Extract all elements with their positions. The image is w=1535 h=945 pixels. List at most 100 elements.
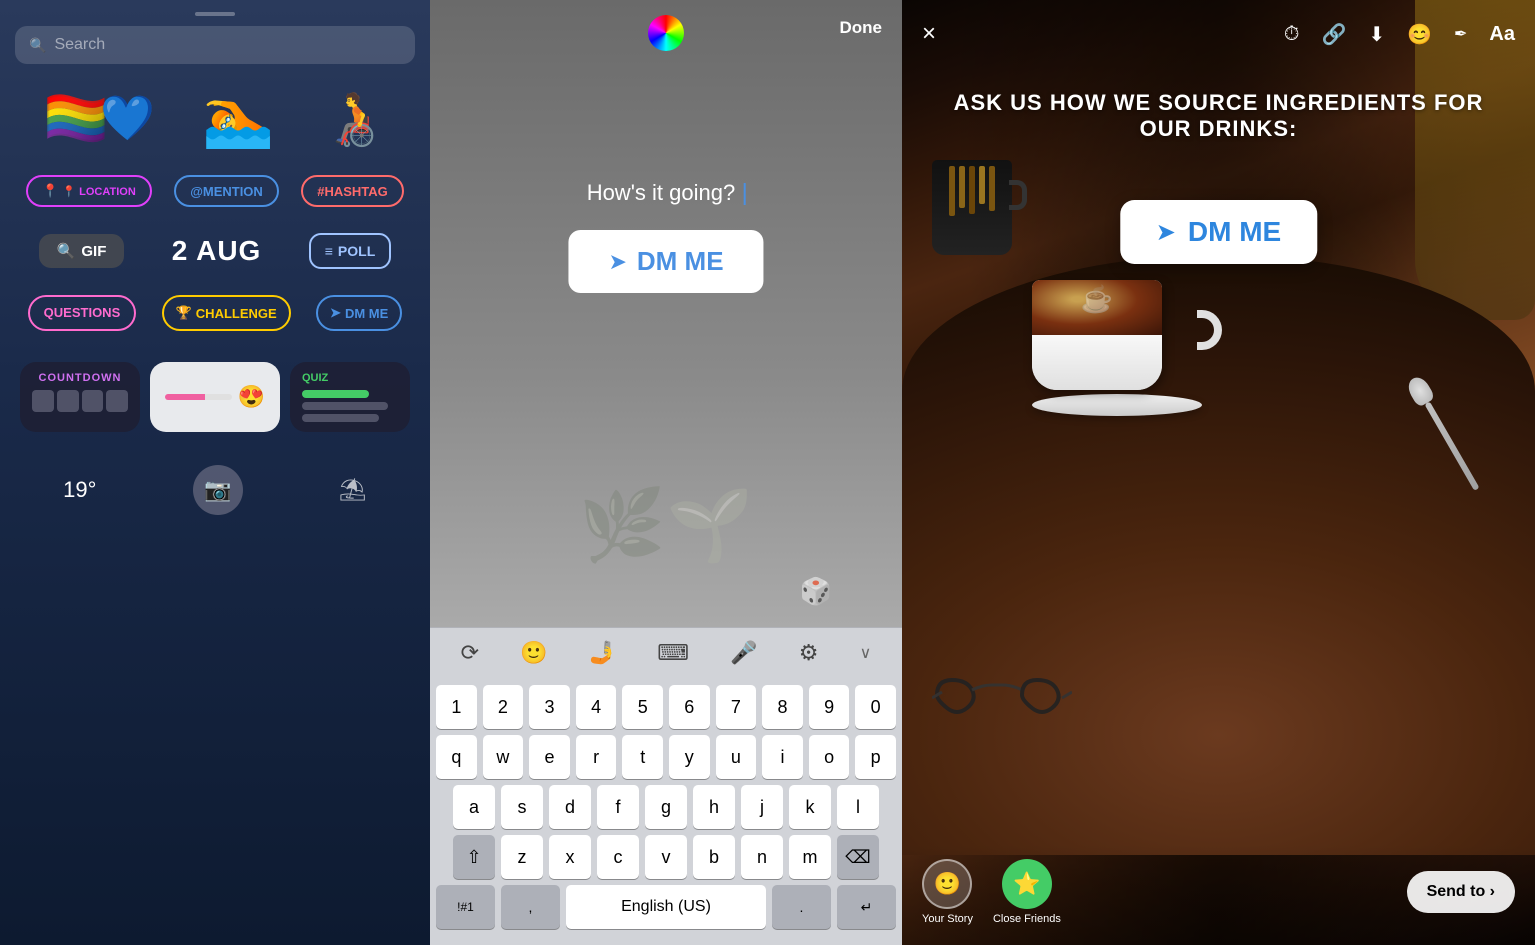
key-9[interactable]: 9 (809, 685, 850, 729)
key-u[interactable]: u (716, 735, 757, 779)
key-f[interactable]: f (597, 785, 639, 829)
key-v[interactable]: v (645, 835, 687, 879)
key-0[interactable]: 0 (855, 685, 896, 729)
space-key[interactable]: English (US) (566, 885, 766, 929)
camera-icon[interactable]: 📷 (193, 465, 243, 515)
your-story-label: Your Story (922, 913, 973, 925)
dm-arrow-icon: ➤ (608, 249, 626, 275)
sticker-search-bar[interactable]: 🔍 (15, 26, 415, 64)
date-sticker[interactable]: 2 AUG (172, 235, 262, 267)
key-2[interactable]: 2 (483, 685, 524, 729)
key-8[interactable]: 8 (762, 685, 803, 729)
your-story-option[interactable]: 🙂 Your Story (922, 859, 973, 925)
done-button[interactable]: Done (840, 18, 883, 38)
period-key[interactable]: . (772, 885, 831, 929)
shift-key[interactable]: ⇧ (453, 835, 495, 879)
link-icon[interactable]: 🔗 (1321, 22, 1346, 47)
story-header: × ⏱ 🔗 ⬇ 😊 ✒ Aa (902, 0, 1535, 63)
sticker-icon[interactable]: 🤳 (589, 640, 616, 666)
timer-icon[interactable]: ⏱ (1284, 23, 1300, 46)
hashtag-label: #HASHTAG (317, 184, 388, 199)
key-a[interactable]: a (453, 785, 495, 829)
key-3[interactable]: 3 (529, 685, 570, 729)
text-cursor (743, 183, 745, 205)
key-6[interactable]: 6 (669, 685, 710, 729)
color-wheel-icon[interactable] (648, 15, 684, 51)
countdown-blocks (32, 390, 128, 412)
poll-btn[interactable]: ≡ POLL (309, 233, 392, 269)
draw-icon[interactable]: ✒ (1454, 24, 1467, 44)
key-b[interactable]: b (693, 835, 735, 879)
key-g[interactable]: g (645, 785, 687, 829)
plant-decoration: 🌿🌱 (579, 485, 753, 567)
key-y[interactable]: y (669, 735, 710, 779)
close-icon[interactable]: × (922, 20, 936, 48)
drag-handle[interactable] (195, 12, 235, 16)
quiz-lines (302, 390, 398, 422)
story-text-overlay[interactable]: How's it going? (587, 180, 746, 206)
sticker-wheelchair[interactable]: 🧑‍🦽 (322, 88, 387, 149)
voice-icon[interactable]: 🎤 (730, 640, 757, 666)
close-friends-icon: ⭐ (1002, 859, 1052, 909)
numbers-switch-key[interactable]: !#1 (436, 885, 495, 929)
trophy-icon: 🏆 (176, 305, 192, 321)
return-key[interactable]: ↵ (837, 885, 896, 929)
key-c[interactable]: c (597, 835, 639, 879)
location-tag-btn[interactable]: 📍 📍 LOCATION (26, 175, 152, 207)
key-k[interactable]: k (789, 785, 831, 829)
key-m[interactable]: m (789, 835, 831, 879)
dm-me-button[interactable]: ➤ DM ME (1120, 200, 1317, 264)
key-e[interactable]: e (529, 735, 570, 779)
emoji-recent-icon[interactable]: ⟳ (461, 640, 479, 666)
key-o[interactable]: o (809, 735, 850, 779)
key-5[interactable]: 5 (622, 685, 663, 729)
key-n[interactable]: n (741, 835, 783, 879)
dm-me-sticker[interactable]: ➤ DM ME (568, 230, 763, 293)
slider-widget[interactable]: 😍 (150, 362, 280, 432)
temperature-sticker[interactable]: 19° (63, 477, 96, 503)
emoji-icon[interactable]: 🙂 (520, 640, 547, 666)
download-icon[interactable]: ⬇ (1368, 22, 1385, 47)
key-l[interactable]: l (837, 785, 879, 829)
face-emoji-icon[interactable]: 😊 (1407, 22, 1432, 47)
panorama-icon[interactable]: ⛱ (339, 477, 367, 503)
key-i[interactable]: i (762, 735, 803, 779)
key-z[interactable]: z (501, 835, 543, 879)
key-h[interactable]: h (693, 785, 735, 829)
text-icon[interactable]: Aa (1489, 23, 1515, 46)
key-s[interactable]: s (501, 785, 543, 829)
story-canvas[interactable]: Done How's it going? ➤ DM ME 🌿🌱 🎲 (430, 0, 902, 627)
key-1[interactable]: 1 (436, 685, 477, 729)
key-w[interactable]: w (483, 735, 524, 779)
key-j[interactable]: j (741, 785, 783, 829)
mention-tag-btn[interactable]: @MENTION (174, 175, 279, 207)
key-r[interactable]: r (576, 735, 617, 779)
settings-icon[interactable]: ⚙ (799, 640, 819, 666)
key-x[interactable]: x (549, 835, 591, 879)
gif-btn[interactable]: 🔍 GIF (39, 234, 125, 268)
location-icon: 📍 (42, 183, 58, 199)
key-p[interactable]: p (855, 735, 896, 779)
gif-keyboard-icon[interactable]: ⌨ (657, 640, 689, 666)
questions-sticker-btn[interactable]: QUESTIONS (28, 295, 137, 331)
challenge-sticker-btn[interactable]: 🏆 CHALLENGE (162, 295, 291, 331)
key-4[interactable]: 4 (576, 685, 617, 729)
chevron-icon[interactable]: ∨ (860, 643, 872, 663)
dm-sticker-btn[interactable]: ➤ DM ME (316, 295, 402, 331)
backspace-key[interactable]: ⌫ (837, 835, 879, 879)
close-friends-option[interactable]: ⭐ Close Friends (993, 859, 1061, 925)
hashtag-tag-btn[interactable]: #HASHTAG (301, 175, 404, 207)
comma-key[interactable]: , (501, 885, 560, 929)
key-q[interactable]: q (436, 735, 477, 779)
key-7[interactable]: 7 (716, 685, 757, 729)
dm-me-label: DM ME (637, 246, 724, 277)
key-d[interactable]: d (549, 785, 591, 829)
sticker-swimmer[interactable]: 🏊 (202, 84, 274, 152)
countdown-widget[interactable]: COUNTDOWN (20, 362, 140, 432)
key-t[interactable]: t (622, 735, 663, 779)
quiz-widget[interactable]: QUIZ (290, 362, 410, 432)
sticker-buttons-row: QUESTIONS 🏆 CHALLENGE ➤ DM ME (0, 287, 430, 339)
search-input[interactable] (54, 36, 401, 54)
sticker-pride-hearts[interactable]: 🏳️‍🌈 💙 (44, 88, 156, 149)
send-to-button[interactable]: Send to › (1407, 871, 1515, 913)
